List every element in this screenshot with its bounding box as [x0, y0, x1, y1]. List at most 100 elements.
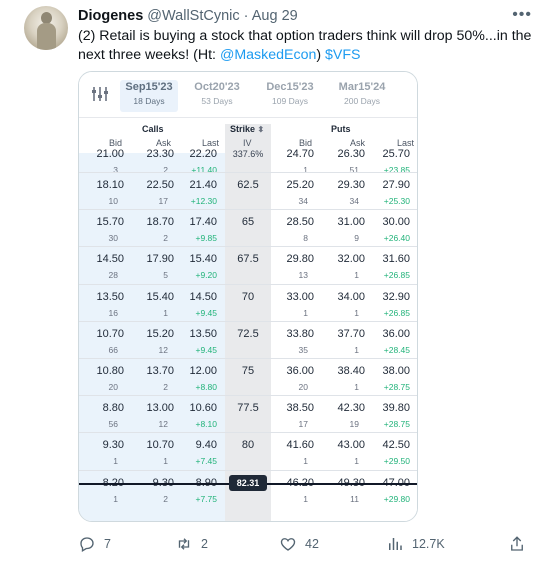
call-last: 17.40	[189, 216, 217, 229]
more-horizontal-icon[interactable]: •••	[512, 6, 532, 24]
call-bid: 10.80	[96, 365, 124, 377]
put-ask: 32.00	[337, 253, 365, 266]
tweet-date[interactable]: Aug 29	[252, 8, 298, 24]
put-change: +28.45	[383, 344, 410, 355]
expiration-days: 200 Days	[344, 96, 380, 106]
strike-price: 67.5	[237, 253, 259, 266]
put-last: 36.00	[382, 327, 410, 340]
filter-sliders-icon[interactable]	[91, 85, 109, 103]
mention-link[interactable]: @MaskedEcon	[220, 47, 316, 63]
call-ask: 15.20	[146, 327, 174, 340]
call-bid-size: 16	[108, 307, 118, 318]
call-last: 21.40	[189, 179, 217, 191]
call-change: +7.45	[195, 456, 217, 467]
put-last-header: Last	[397, 138, 415, 148]
call-ask: 15.40	[146, 290, 174, 303]
separator-dot: ·	[243, 8, 249, 24]
put-last: 25.70	[382, 148, 410, 160]
call-last: 12.00	[189, 365, 217, 377]
like-count: 42	[305, 537, 319, 551]
put-ask-size: 11	[350, 493, 359, 504]
strike-price: 62.5	[237, 179, 259, 191]
put-change: +25.30	[383, 196, 410, 206]
retweet-button[interactable]: 2	[175, 533, 208, 555]
strike-header-label: Strike	[230, 124, 256, 134]
expiration-date: Dec15'23	[266, 81, 314, 93]
row-divider	[79, 320, 417, 322]
call-ask-size: 17	[158, 196, 168, 206]
call-ask-size: 2	[163, 493, 168, 504]
call-bid-size: 56	[108, 419, 118, 430]
author-avatar[interactable]	[24, 6, 68, 50]
share-button[interactable]	[508, 533, 534, 555]
call-last: 14.50	[189, 290, 217, 303]
put-last: 31.60	[382, 253, 410, 266]
call-ask-size: 5	[163, 270, 168, 281]
put-bid: 28.50	[286, 216, 314, 229]
expiration-days: 18 Days	[133, 96, 165, 106]
put-change: +23.85	[383, 165, 410, 175]
call-ask: 13.00	[146, 402, 174, 415]
expiration-tab[interactable]: Dec15'23 109 Days	[258, 80, 322, 112]
put-ask: 31.00	[337, 216, 365, 229]
reply-icon	[80, 537, 94, 552]
call-bid-size: 10	[108, 196, 118, 206]
call-bid-size: 28	[108, 270, 118, 281]
call-bid: 21.00	[96, 148, 124, 160]
view-count: 12.7K	[412, 537, 445, 551]
cashtag-link[interactable]: $VFS	[325, 47, 360, 63]
option-chain-image[interactable]: Sep15'23 18 Days Oct20'23 53 Days Dec15'…	[78, 71, 418, 522]
strike-header[interactable]: Strike ⬍	[230, 124, 264, 134]
put-ask: 37.70	[337, 327, 365, 340]
row-divider	[79, 395, 417, 397]
call-change: +7.75	[195, 493, 217, 504]
put-bid-size: 35	[298, 344, 308, 355]
put-ask-size: 1	[354, 344, 359, 355]
row-divider	[79, 283, 417, 285]
call-ask: 18.70	[146, 216, 174, 229]
put-bid: 29.80	[286, 253, 314, 266]
put-last: 30.00	[382, 216, 410, 229]
call-bid: 10.70	[96, 327, 124, 340]
call-change: +9.45	[195, 307, 217, 318]
put-ask-size: 51	[349, 165, 359, 175]
expiration-tab[interactable]: Mar15'24 200 Days	[330, 80, 394, 112]
call-bid: 15.70	[96, 216, 124, 229]
sort-icon[interactable]: ⬍	[258, 125, 265, 134]
expiration-days: 109 Days	[272, 96, 308, 106]
call-last: 22.20	[189, 148, 217, 160]
put-bid: 41.60	[286, 439, 314, 452]
call-ask: 13.70	[146, 365, 174, 377]
expiration-tab[interactable]: Sep15'23 18 Days	[120, 80, 178, 112]
expiration-tab[interactable]: Oct20'23 53 Days	[188, 80, 246, 112]
call-change: +8.80	[195, 382, 217, 392]
retweet-icon	[178, 538, 190, 550]
strike-price: 70	[241, 290, 255, 303]
put-bid-size: 1	[303, 456, 308, 467]
put-ask-size: 1	[354, 307, 359, 318]
put-bid-size: 34	[298, 196, 308, 206]
put-change: +29.80	[383, 493, 410, 504]
like-button[interactable]: 42	[279, 533, 319, 555]
tweet-text-mid: )	[316, 47, 326, 63]
put-bid-size: 1	[303, 493, 308, 504]
put-bid-size: 1	[303, 165, 308, 175]
put-ask: 29.30	[337, 179, 365, 191]
put-last: 32.90	[382, 290, 410, 303]
tweet-text: (2) Retail is buying a stock that option…	[78, 27, 533, 65]
strike-price: 72.5	[237, 327, 259, 340]
views-button[interactable]: 12.7K	[386, 533, 445, 555]
calls-header: Calls	[142, 124, 164, 134]
call-bid-size: 1	[113, 456, 118, 467]
call-last: 15.40	[189, 253, 217, 266]
put-change: +26.85	[383, 307, 410, 318]
author-handle[interactable]: @WallStCynic	[147, 8, 239, 24]
put-bid: 25.20	[286, 179, 314, 191]
author-name[interactable]: Diogenes	[78, 8, 143, 24]
put-ask-size: 1	[354, 382, 359, 392]
put-last: 38.00	[382, 365, 410, 377]
expiration-date: Mar15'24	[338, 81, 386, 93]
call-bid: 8.80	[102, 402, 124, 415]
reply-button[interactable]: 7	[78, 533, 111, 555]
call-change: +11.40	[191, 165, 217, 175]
